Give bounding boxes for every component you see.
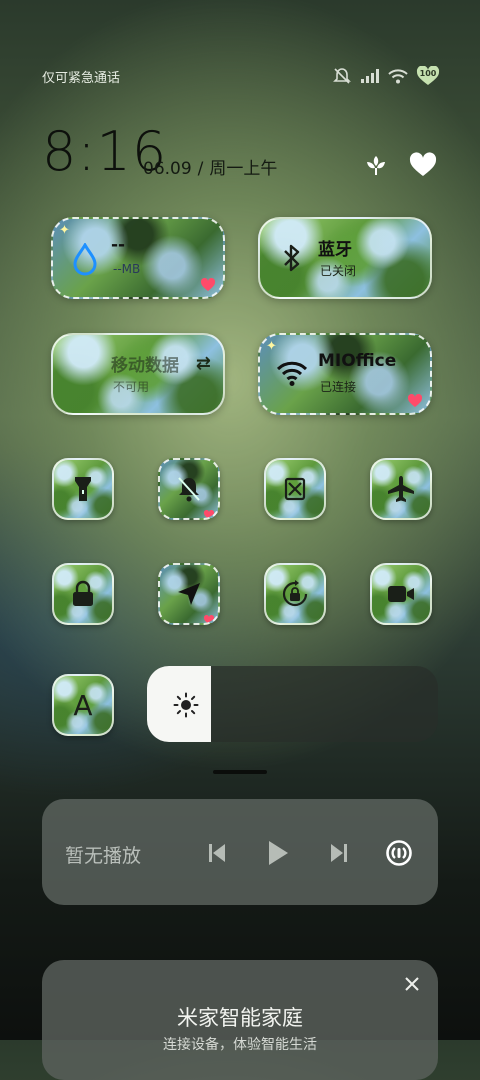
- wifi-icon: [388, 68, 408, 84]
- play-button[interactable]: [260, 835, 296, 871]
- heart-sticker-icon: [200, 277, 216, 291]
- edit-flower-button[interactable]: [361, 150, 391, 180]
- play-icon: [269, 841, 288, 865]
- wifi-tile-icon: [276, 359, 308, 391]
- date-separator: /: [197, 159, 204, 179]
- sparkle-icon: ✦: [266, 339, 277, 354]
- status-icons: 100: [332, 66, 440, 86]
- close-icon: [405, 977, 419, 991]
- heart-sticker-icon: [407, 393, 423, 407]
- scissors-icon: [284, 477, 306, 501]
- bluetooth-subtitle: 已关闭: [320, 264, 357, 278]
- signal-icon: [360, 68, 380, 84]
- bluetooth-icon: [282, 243, 302, 277]
- edit-flower-icon: [367, 156, 385, 175]
- video-camera-icon: [388, 586, 414, 602]
- drag-handle[interactable]: [213, 770, 267, 774]
- flashlight-icon: [75, 477, 91, 501]
- date-value: 06.09: [143, 159, 192, 179]
- favorite-heart-icon: [409, 152, 437, 176]
- previous-button[interactable]: [199, 835, 235, 871]
- letter-a-icon: A: [73, 688, 93, 722]
- brightness-slider[interactable]: [147, 666, 438, 742]
- smart-home-title: 米家智能家庭: [177, 1006, 303, 1030]
- mobile-data-subtitle: 不可用: [113, 380, 150, 394]
- mobile-data-tile[interactable]: 移动数据 不可用 ⇄: [51, 333, 225, 415]
- battery-heart-icon: 100: [416, 66, 440, 86]
- airplane-mode-tile[interactable]: [370, 458, 432, 520]
- location-tile[interactable]: [158, 563, 220, 625]
- next-icon: [331, 844, 347, 862]
- favorite-heart-button[interactable]: [408, 150, 438, 180]
- screen-record-tile[interactable]: [370, 563, 432, 625]
- cast-button[interactable]: [381, 835, 417, 871]
- media-status: 暂无播放: [65, 845, 142, 867]
- status-bar: 仅可紧急通话 100: [42, 62, 440, 90]
- wifi-title: MIOffice: [318, 351, 397, 371]
- carrier-text: 仅可紧急通话: [42, 70, 121, 86]
- heart-sticker-icon: [203, 610, 215, 623]
- date-text: 06.09/周一上午: [143, 154, 277, 179]
- screenshot-tile[interactable]: [264, 458, 326, 520]
- mobile-data-icon: ⇄: [195, 353, 211, 374]
- data-usage-subtitle: --MB: [113, 262, 141, 276]
- cast-icon: [386, 840, 412, 866]
- previous-icon: [209, 844, 225, 862]
- clock-row: 8:16 06.09/周一上午: [42, 122, 440, 182]
- data-usage-tile[interactable]: ✦ -- --MB: [51, 217, 225, 299]
- mute-icon: [332, 67, 352, 85]
- rotation-lock-icon: [282, 580, 308, 607]
- smart-home-card[interactable]: 米家智能家庭 连接设备，体验智能生活: [42, 960, 438, 1080]
- flashlight-tile[interactable]: [52, 458, 114, 520]
- media-player-card: 暂无播放: [42, 799, 438, 905]
- heart-sticker-icon: [203, 505, 215, 518]
- rotation-lock-tile[interactable]: [264, 563, 326, 625]
- airplane-icon: [388, 476, 414, 502]
- mute-tile[interactable]: [158, 458, 220, 520]
- next-button[interactable]: [321, 835, 357, 871]
- wifi-subtitle: 已连接: [320, 380, 357, 394]
- battery-level-text: 100: [419, 69, 437, 78]
- screen-lock-tile[interactable]: [52, 563, 114, 625]
- data-usage-title: --: [111, 235, 126, 255]
- sun-icon: [173, 692, 199, 722]
- weekday-text: 周一上午: [209, 159, 278, 179]
- bluetooth-tile[interactable]: 蓝牙 已关闭: [258, 217, 432, 299]
- mobile-data-title: 移动数据: [111, 356, 179, 376]
- navigation-icon: [178, 583, 200, 605]
- sparkle-icon: ✦: [59, 223, 70, 238]
- bell-off-icon: [178, 477, 200, 502]
- wifi-tile[interactable]: ✦ MIOffice 已连接: [258, 333, 432, 415]
- water-drop-icon: [71, 241, 99, 281]
- font-size-tile[interactable]: A: [52, 674, 114, 736]
- smart-home-subtitle: 连接设备，体验智能生活: [163, 1037, 317, 1053]
- lock-icon: [73, 580, 93, 606]
- close-button[interactable]: [400, 972, 424, 996]
- bluetooth-title: 蓝牙: [318, 240, 352, 260]
